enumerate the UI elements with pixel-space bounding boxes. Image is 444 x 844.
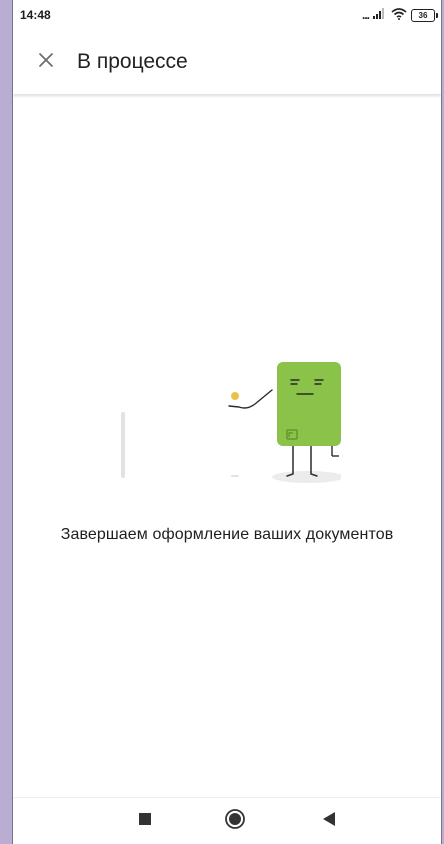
- signal-icon: [373, 8, 387, 22]
- back-button[interactable]: [317, 809, 341, 833]
- recent-apps-button[interactable]: [133, 809, 157, 833]
- battery-icon: 36: [411, 8, 438, 22]
- home-icon: [224, 808, 246, 835]
- battery-level: 36: [418, 10, 428, 20]
- green-card-character-illustration: [121, 360, 344, 490]
- recent-apps-icon: [139, 812, 151, 830]
- status-message: Завершаем оформление ваших документов: [60, 526, 394, 543]
- home-button[interactable]: [223, 808, 247, 835]
- navigation-bar: [13, 797, 441, 844]
- signal-dots: ...: [361, 8, 370, 22]
- status-icons: ... 36: [361, 7, 438, 23]
- status-bar: 14:48 ... 36: [13, 0, 441, 30]
- close-button[interactable]: [31, 47, 61, 77]
- close-icon: [38, 52, 54, 73]
- status-time: 14:48: [20, 8, 51, 22]
- back-icon: [323, 811, 335, 831]
- wifi-icon: [391, 7, 407, 23]
- app-bar: В процессе: [13, 30, 441, 94]
- page-title: В процессе: [77, 50, 188, 73]
- phone-screen: 14:48 ... 36 В процессе Завершаем оформл…: [12, 0, 442, 844]
